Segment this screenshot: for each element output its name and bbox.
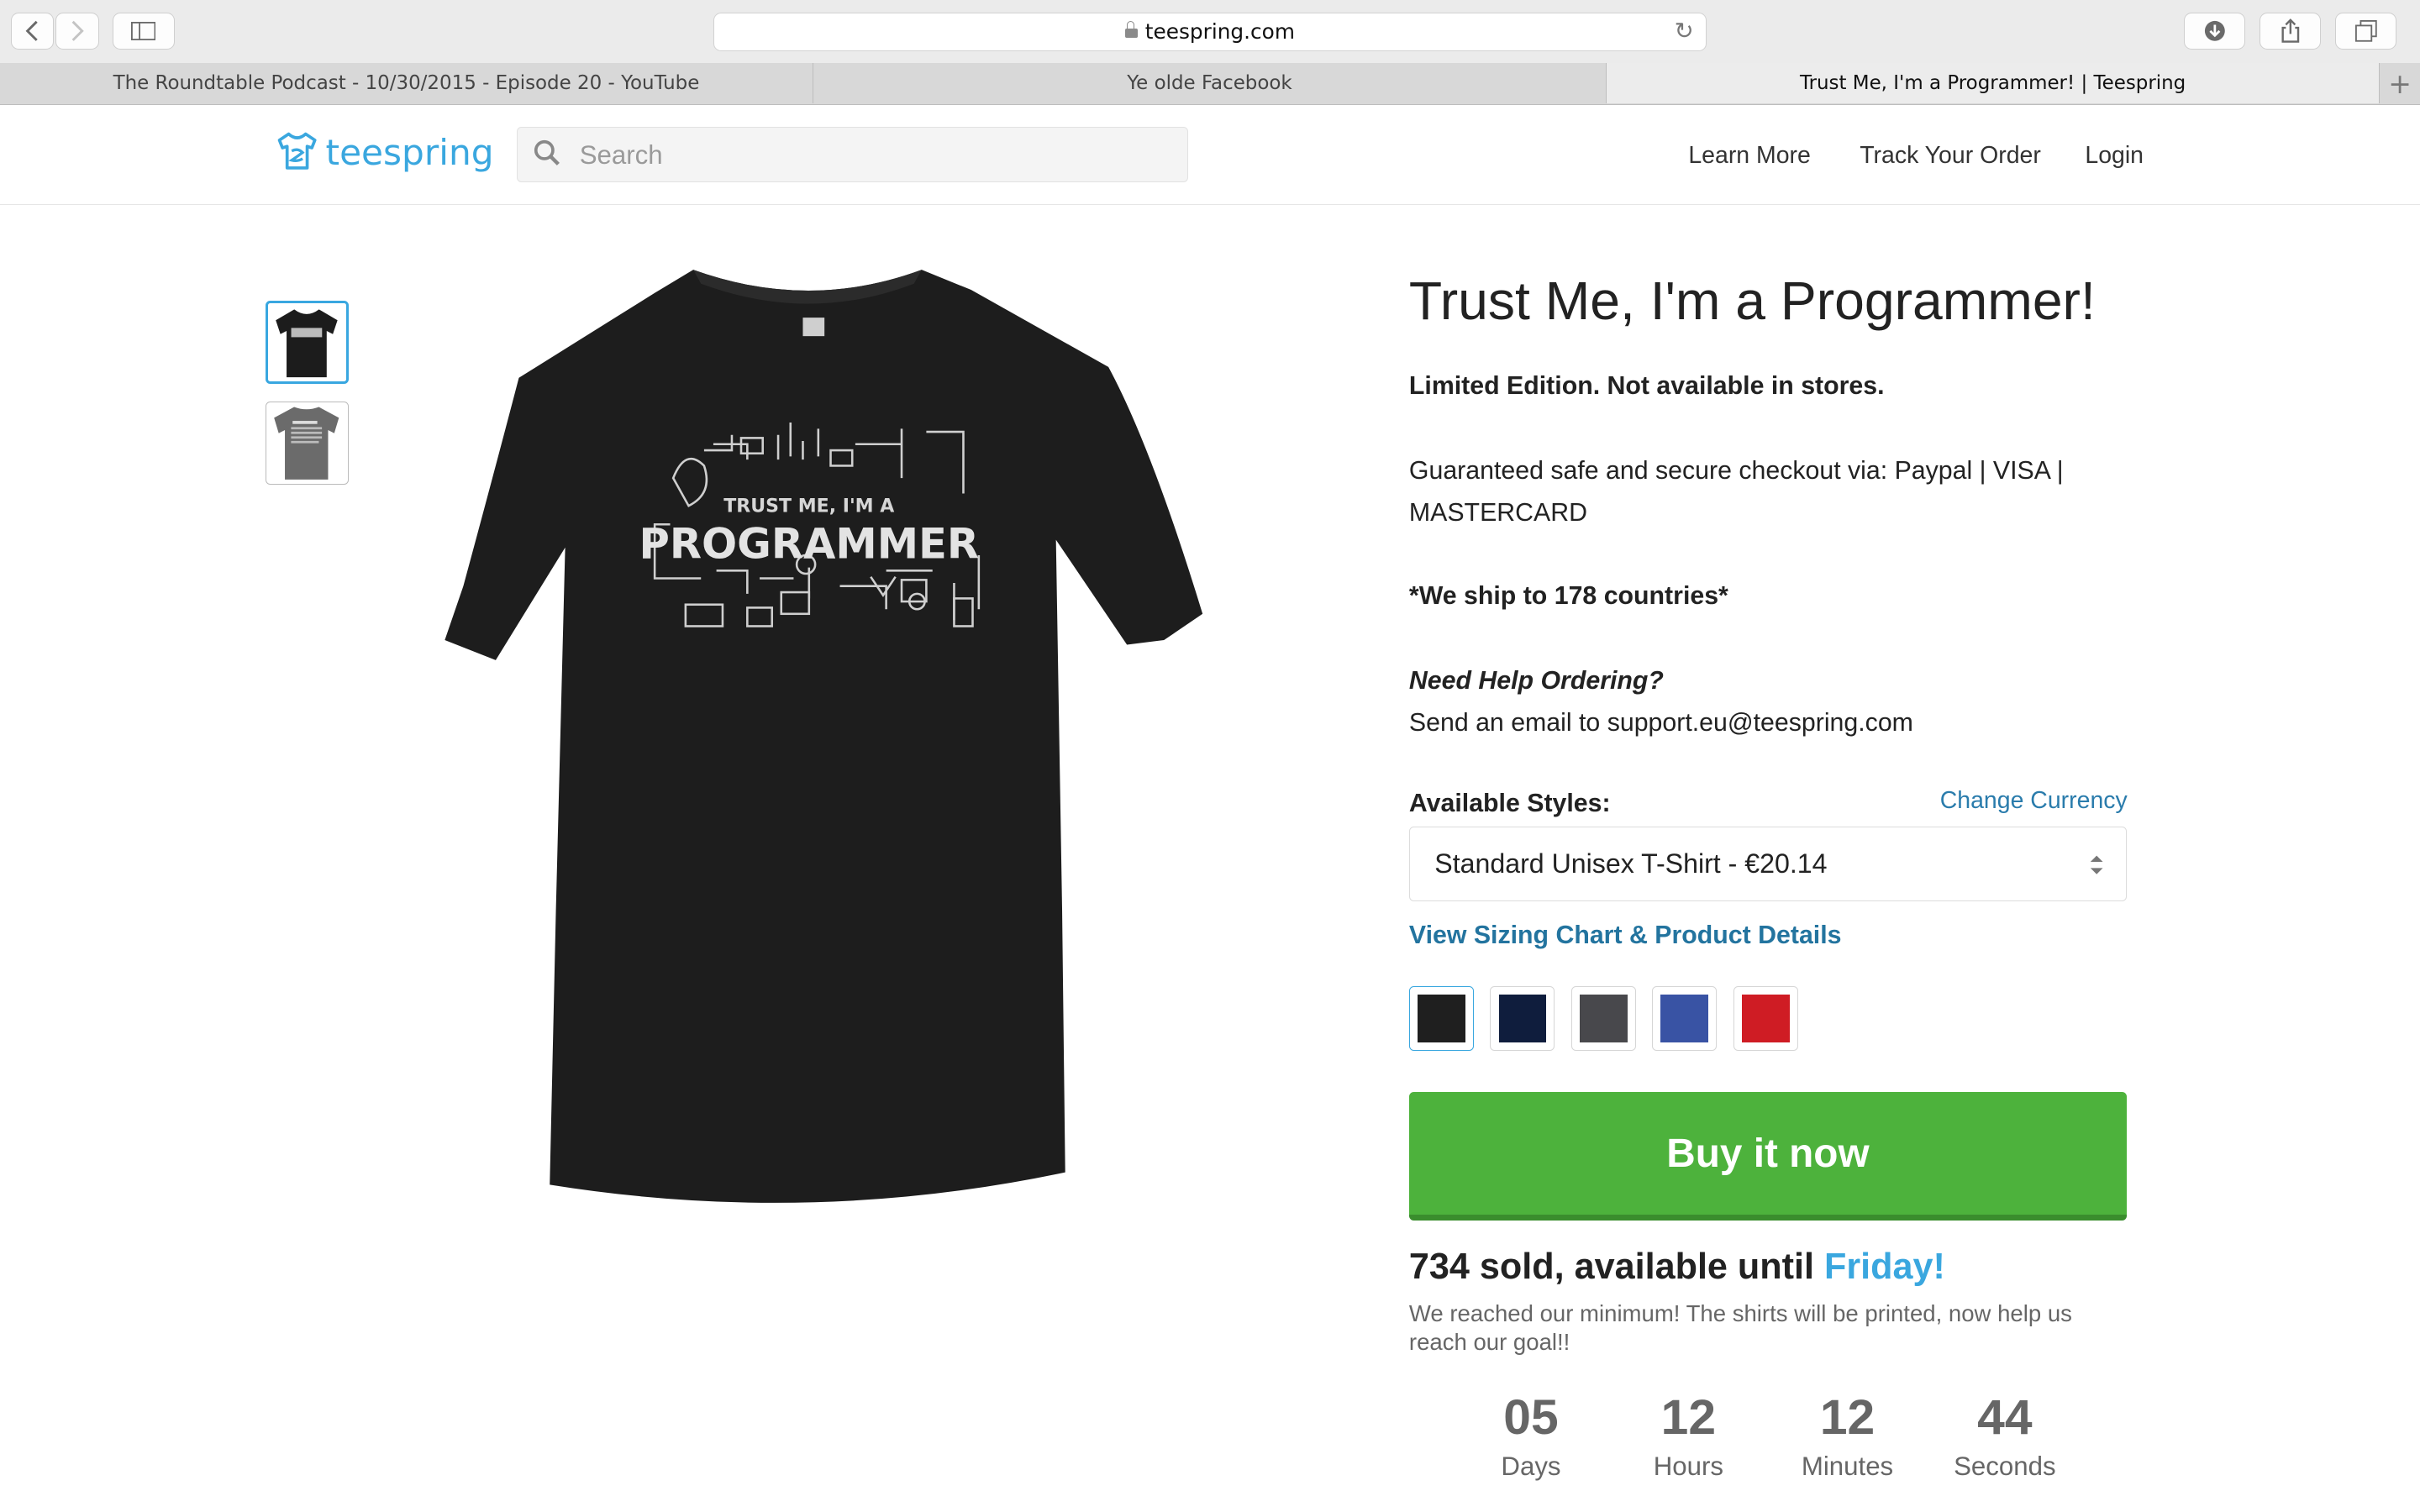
shipping-text: *We ship to 178 countries*: [1408, 582, 1728, 611]
color-swatch[interactable]: [1408, 985, 1475, 1051]
countdown-label: Days: [1501, 1452, 1561, 1482]
logo-text: teespring: [325, 132, 494, 174]
downloads-button[interactable]: [2183, 12, 2246, 50]
countdown-value: 05: [1503, 1390, 1559, 1446]
sold-deadline-day: Friday!: [1824, 1247, 1945, 1288]
change-currency-link[interactable]: Change Currency: [1940, 787, 2128, 815]
tshirt-front-thumb: [276, 309, 338, 378]
color-swatch[interactable]: [1570, 985, 1636, 1051]
search-box[interactable]: [517, 126, 1189, 183]
color-swatch-fill: [1741, 994, 1790, 1042]
share-button[interactable]: [2259, 12, 2322, 50]
buy-it-now-button[interactable]: Buy it now: [1408, 1092, 2127, 1221]
countdown-label: Seconds: [1954, 1452, 2056, 1482]
site-header: teespring Learn More Track Your Order Lo…: [0, 105, 2420, 206]
tab-bar: The Roundtable Podcast - 10/30/2015 - Ep…: [0, 63, 2420, 105]
countdown-seconds: 44 Seconds: [1928, 1389, 2082, 1482]
lock-icon: [1124, 20, 1138, 38]
back-button[interactable]: [10, 12, 55, 50]
countdown-value: 12: [1660, 1390, 1717, 1446]
thumbnail-back[interactable]: [265, 401, 350, 485]
nav-login[interactable]: Login: [2085, 142, 2144, 170]
nav-learn-more[interactable]: Learn More: [1688, 142, 1811, 170]
shirt-print-top: TRUST ME, I'M A: [723, 496, 894, 517]
countdown-label: Minutes: [1801, 1452, 1894, 1482]
teespring-logo[interactable]: teespring: [275, 129, 494, 176]
countdown-days: 05 Days: [1454, 1389, 1608, 1482]
color-swatch[interactable]: [1490, 985, 1555, 1051]
tabs-icon: [2354, 19, 2377, 42]
tshirt-logo-icon: [277, 132, 317, 171]
help-email-text: Send an email to support.eu@teespring.co…: [1408, 708, 1913, 737]
select-arrows-icon: [2090, 855, 2103, 874]
thumbnail-front[interactable]: [265, 301, 350, 385]
available-styles-label: Available Styles:: [1408, 790, 1611, 818]
sold-status: 734 sold, available until Friday!: [1409, 1247, 1945, 1288]
tab-youtube[interactable]: The Roundtable Podcast - 10/30/2015 - Ep…: [0, 63, 813, 104]
forward-button[interactable]: [55, 12, 99, 50]
share-icon: [2281, 18, 2300, 43]
reload-icon[interactable]: ↻: [1675, 18, 1694, 45]
chevron-right-icon: [71, 20, 84, 41]
style-select[interactable]: Standard Unisex T-Shirt - €20.14: [1408, 827, 2127, 901]
color-swatch-fill: [1498, 994, 1547, 1042]
browser-toolbar: teespring.com ↻: [0, 0, 2420, 64]
help-title: Need Help Ordering?: [1408, 667, 1664, 696]
tab-teespring[interactable]: Trust Me, I'm a Programmer! | Teespring: [1607, 63, 2381, 104]
color-swatch[interactable]: [1652, 985, 1718, 1051]
countdown-hours: 12 Hours: [1612, 1389, 1766, 1482]
sizing-chart-link[interactable]: View Sizing Chart & Product Details: [1409, 921, 1842, 950]
download-icon: [2204, 20, 2225, 41]
style-select-value: Standard Unisex T-Shirt - €20.14: [1434, 848, 1828, 879]
minimum-reached-text: We reached our minimum! The shirts will …: [1408, 1299, 2072, 1356]
product-image-tshirt: TRUST ME, I'M A PROGRAMMER: [444, 270, 1202, 1204]
color-swatch-fill: [1579, 994, 1628, 1042]
new-tab-icon[interactable]: +: [2380, 63, 2420, 103]
search-icon: [534, 140, 560, 166]
countdown-minutes: 12 Minutes: [1770, 1389, 1925, 1482]
checkout-text: Guaranteed safe and secure checkout via:…: [1408, 457, 2064, 527]
tshirt-back-thumb: [274, 407, 339, 480]
color-swatch[interactable]: [1733, 985, 1798, 1051]
limited-edition-text: Limited Edition. Not available in stores…: [1408, 372, 1885, 401]
sold-count-text: 734 sold, available until: [1408, 1247, 1824, 1288]
countdown-value: 12: [1819, 1390, 1876, 1446]
countdown-value: 44: [1977, 1390, 2033, 1446]
shirt-print-main: PROGRAMMER: [639, 520, 979, 569]
address-bar[interactable]: teespring.com ↻: [713, 12, 1707, 51]
sidebar-icon: [131, 21, 156, 40]
shirt-tag: [802, 318, 824, 337]
tab-facebook[interactable]: Ye olde Facebook: [813, 63, 1607, 104]
chevron-left-icon: [25, 20, 39, 41]
sidebar-toggle-button[interactable]: [113, 12, 175, 50]
url-text: teespring.com: [1144, 19, 1295, 45]
search-input[interactable]: [576, 127, 1170, 183]
product-title: Trust Me, I'm a Programmer!: [1408, 270, 2096, 332]
tabs-overview-button[interactable]: [2334, 12, 2397, 50]
color-swatch-fill: [1660, 994, 1709, 1042]
nav-track-order[interactable]: Track Your Order: [1860, 142, 2041, 170]
countdown-label: Hours: [1653, 1452, 1723, 1482]
color-swatch-fill: [1418, 994, 1465, 1042]
